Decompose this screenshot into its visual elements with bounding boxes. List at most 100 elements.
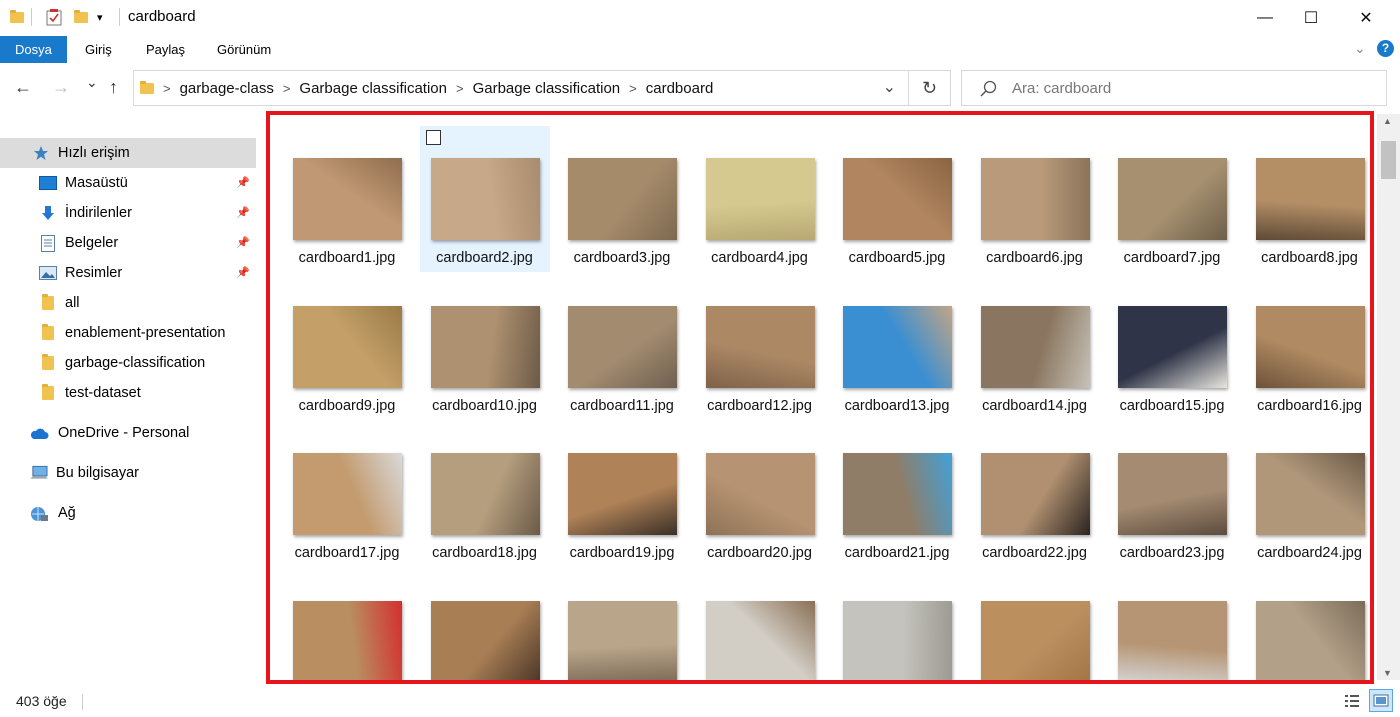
breadcrumb-garbage-classification-1[interactable]: Garbage classification (299, 80, 447, 97)
sidebar-item-desktop[interactable]: Masaüstü 📌 (0, 168, 256, 198)
recent-locations-button[interactable]: ⌄ (86, 74, 98, 91)
address-dropdown-icon[interactable]: ⌄ (883, 77, 896, 97)
properties-icon[interactable] (46, 6, 62, 28)
search-box[interactable]: Ara: cardboard (961, 70, 1387, 106)
file-thumbnail (980, 305, 1090, 388)
tab-gorunum[interactable]: Görünüm (202, 36, 286, 63)
vertical-scrollbar[interactable]: ▲ ▼ (1377, 114, 1400, 680)
navigation-pane: Hızlı erişim Masaüstü 📌 İndirilenler 📌 B… (0, 114, 262, 680)
file-thumbnail (1255, 453, 1365, 535)
file-name: cardboard13.jpg (844, 397, 950, 414)
select-checkbox[interactable] (425, 130, 441, 145)
file-item[interactable]: cardboard2.jpg (419, 126, 550, 272)
file-list-view[interactable]: cardboard1.jpg cardboard2.jpg cardboard3.j… (266, 111, 1374, 684)
computer-icon (30, 465, 48, 481)
file-item[interactable] (832, 569, 962, 680)
file-item[interactable]: cardboard3.jpg (557, 126, 687, 272)
scroll-up-icon[interactable]: ▲ (1383, 116, 1392, 126)
up-button[interactable]: ↑ (109, 77, 118, 98)
sidebar-item-quick-access[interactable]: Hızlı erişim (0, 138, 256, 168)
file-name: cardboard20.jpg (707, 545, 812, 561)
chevron-right-icon: > (455, 80, 464, 96)
sidebar-item-network[interactable]: Ağ (0, 498, 256, 528)
address-bar[interactable]: > garbage-class > Garbage classification… (133, 70, 909, 106)
scroll-down-icon[interactable]: ▼ (1383, 668, 1392, 678)
tab-giris[interactable]: Giriş (70, 36, 127, 63)
title-separator (119, 6, 120, 28)
expand-ribbon-icon[interactable]: ⌄ (1354, 40, 1366, 57)
file-item[interactable]: cardboard13.jpg (832, 274, 962, 420)
file-item[interactable]: cardboard14.jpg (970, 274, 1100, 420)
sidebar-item-pictures[interactable]: Resimler 📌 (0, 258, 256, 288)
file-item[interactable]: cardboard23.jpg (1107, 421, 1237, 567)
large-icons-view-icon[interactable] (1369, 689, 1393, 712)
documents-icon (39, 234, 57, 252)
file-item[interactable]: cardboard21.jpg (832, 421, 962, 567)
tab-dosya[interactable]: Dosya (0, 36, 67, 63)
file-item[interactable]: cardboard17.jpg (282, 421, 412, 567)
tab-paylas[interactable]: Paylaş (131, 36, 200, 63)
file-item[interactable]: cardboard7.jpg (1107, 126, 1237, 272)
sidebar-item-label: all (65, 295, 80, 311)
sidebar-item-onedrive[interactable]: OneDrive - Personal (0, 418, 256, 448)
breadcrumb-cardboard[interactable]: cardboard (646, 80, 714, 97)
file-item[interactable]: cardboard24.jpg (1245, 421, 1371, 567)
file-item[interactable]: cardboard20.jpg (695, 421, 825, 567)
file-item[interactable] (420, 569, 550, 680)
file-thumbnail (980, 158, 1090, 240)
file-thumbnail (843, 158, 952, 240)
chevron-right-icon: > (282, 80, 291, 96)
sidebar-item-all[interactable]: all (0, 288, 256, 318)
file-item[interactable]: cardboard4.jpg (695, 126, 825, 272)
file-name: cardboard6.jpg (986, 250, 1083, 266)
file-item[interactable]: cardboard16.jpg (1245, 274, 1371, 420)
scrollbar-thumb[interactable] (1381, 141, 1396, 179)
sidebar-item-label: İndirilenler (65, 205, 132, 221)
breadcrumb-garbage-class[interactable]: garbage-class (180, 80, 274, 97)
file-item[interactable]: cardboard5.jpg (832, 126, 962, 272)
sidebar-item-downloads[interactable]: İndirilenler 📌 (0, 198, 256, 228)
file-item[interactable]: cardboard22.jpg (970, 421, 1100, 567)
file-item[interactable]: cardboard6.jpg (970, 126, 1100, 272)
file-item[interactable] (970, 569, 1100, 680)
file-item[interactable] (1107, 569, 1237, 680)
file-item[interactable]: cardboard10.jpg (420, 274, 550, 420)
refresh-button[interactable]: ↻ (909, 70, 951, 106)
file-item[interactable]: cardboard12.jpg (695, 274, 825, 420)
file-item[interactable] (282, 569, 412, 680)
breadcrumb-garbage-classification-2[interactable]: Garbage classification (473, 80, 621, 97)
minimize-button[interactable]: — (1242, 0, 1288, 35)
search-input[interactable]: Ara: cardboard (1012, 80, 1111, 97)
file-item[interactable]: cardboard19.jpg (557, 421, 687, 567)
maximize-button[interactable]: ☐ (1288, 0, 1334, 35)
sidebar-item-documents[interactable]: Belgeler 📌 (0, 228, 256, 258)
sidebar-item-label: Bu bilgisayar (56, 465, 140, 481)
new-folder-icon[interactable] (74, 6, 88, 28)
file-name: cardboard23.jpg (1119, 545, 1225, 561)
pin-icon: 📌 (236, 237, 250, 249)
file-item[interactable] (695, 569, 825, 680)
file-item[interactable]: cardboard9.jpg (282, 274, 412, 420)
file-item[interactable]: cardboard1.jpg (282, 126, 412, 272)
folder-icon (39, 354, 57, 371)
forward-button[interactable]: → (52, 77, 70, 98)
refresh-icon: ↻ (921, 77, 938, 98)
close-button[interactable]: ✕ (1343, 0, 1389, 35)
file-item[interactable]: cardboard8.jpg (1245, 126, 1371, 272)
sidebar-item-this-pc[interactable]: Bu bilgisayar (0, 458, 256, 488)
sidebar-item-enablement-presentation[interactable]: enablement-presentation (0, 318, 256, 348)
file-thumbnail (1255, 600, 1365, 680)
file-item[interactable]: cardboard15.jpg (1107, 274, 1237, 420)
back-button[interactable]: ← (14, 77, 32, 98)
file-item[interactable]: cardboard18.jpg (420, 421, 550, 567)
search-icon (980, 80, 997, 97)
file-item[interactable] (1245, 569, 1371, 680)
file-item[interactable] (557, 569, 687, 680)
file-item[interactable]: cardboard11.jpg (557, 274, 687, 420)
sidebar-item-garbage-classification[interactable]: garbage-classification (0, 348, 256, 378)
sidebar-item-label: OneDrive - Personal (58, 425, 190, 441)
customize-toolbar-icon[interactable]: ▾ (97, 6, 103, 28)
details-view-icon[interactable] (1343, 692, 1361, 710)
sidebar-item-test-dataset[interactable]: test-dataset (0, 378, 256, 408)
help-icon[interactable]: ? (1377, 40, 1394, 57)
